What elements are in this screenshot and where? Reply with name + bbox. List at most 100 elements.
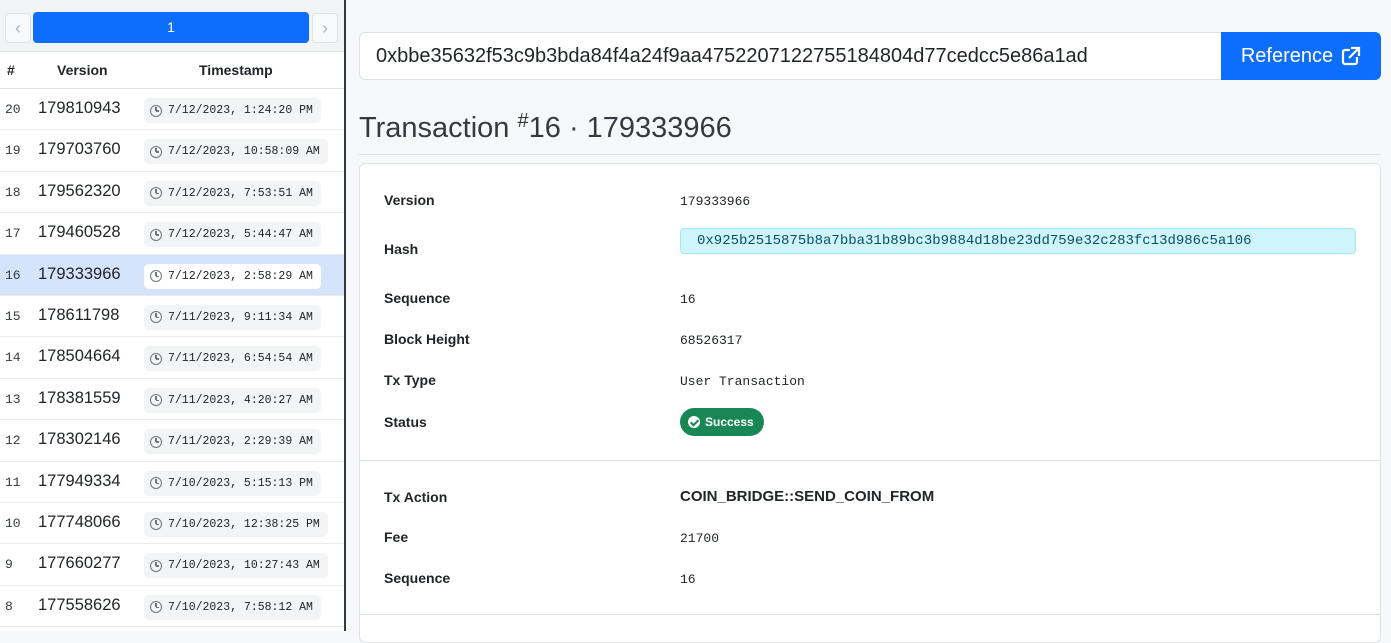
row-timestamp: 7/12/2023, 10:58:09 AM: [144, 139, 328, 165]
row-number: 14: [5, 350, 21, 366]
tx-type-label: Tx Type: [384, 372, 436, 388]
title-divider: [359, 154, 1381, 155]
clock-icon: [150, 352, 162, 365]
sequence-value: 16: [680, 292, 696, 307]
clock-icon: [150, 311, 162, 324]
table-row[interactable]: 12 178302146 7/11/2023, 2:29:39 AM: [0, 420, 344, 462]
column-header-timestamp: Timestamp: [199, 62, 273, 78]
hash-label: Hash: [384, 241, 419, 257]
fee-label: Fee: [384, 529, 409, 545]
transaction-details-card: Version 179333966 Hash 0x925b2515875b8a7…: [359, 163, 1381, 643]
table-row[interactable]: 13 178381559 7/11/2023, 4:20:27 AM: [0, 378, 344, 421]
row-number: 15: [5, 308, 21, 324]
row-timestamp-text: 7/10/2023, 10:27:43 AM: [168, 559, 320, 573]
external-link-icon: [1342, 46, 1361, 66]
row-number: 12: [5, 433, 21, 449]
sequence-label: Sequence: [384, 290, 451, 306]
row-number: 8: [5, 598, 13, 614]
row-timestamp-text: 7/12/2023, 2:58:29 AM: [168, 269, 313, 283]
row-timestamp: 7/12/2023, 7:53:51 AM: [144, 180, 321, 206]
row-number: 13: [5, 391, 21, 407]
table-row[interactable]: 14 178504664 7/11/2023, 6:54:54 AM: [0, 337, 344, 379]
column-header-version: Version: [57, 62, 108, 78]
row-timestamp: 7/10/2023, 10:27:43 AM: [144, 553, 328, 579]
row-number: 16: [5, 267, 21, 283]
row-timestamp: 7/10/2023, 5:15:13 PM: [144, 470, 321, 496]
title-rest: 16 · 179333966: [528, 112, 732, 144]
row-version: 179333966: [38, 264, 121, 283]
hash-value[interactable]: 0x925b2515875b8a7bba31b89bc3b9884d18be23…: [680, 228, 1356, 254]
table-row[interactable]: 18 179562320 7/12/2023, 7:53:51 AM: [0, 171, 344, 214]
transaction-detail-panel: Reference Transaction #16 · 179333966 Ve…: [346, 0, 1391, 643]
transaction-list-panel: ‹ 1 › # Version Timestamp 20 179810943 7/1…: [0, 0, 346, 631]
row-timestamp-text: 7/11/2023, 9:11:34 AM: [168, 310, 313, 324]
column-header-number: #: [7, 62, 15, 78]
row-version: 177660277: [38, 554, 121, 573]
next-page-button[interactable]: ›: [312, 13, 338, 43]
row-number: 17: [5, 226, 21, 242]
row-number: 19: [5, 143, 21, 159]
reference-button[interactable]: Reference: [1221, 32, 1381, 80]
row-version: 179562320: [38, 181, 121, 200]
row-version: 177748066: [38, 512, 121, 531]
row-timestamp-text: 7/10/2023, 7:58:12 AM: [168, 600, 313, 614]
version-value: 179333966: [680, 194, 751, 209]
search-bar: [359, 32, 1221, 80]
row-timestamp-text: 7/11/2023, 4:20:27 AM: [168, 393, 313, 407]
table-row[interactable]: 9 177660277 7/10/2023, 10:27:43 AM: [0, 544, 344, 586]
table-row[interactable]: 10 177748066 7/10/2023, 12:38:25 PM: [0, 502, 344, 545]
reference-button-label: Reference: [1240, 44, 1334, 67]
row-version: 178611798: [38, 305, 120, 324]
row-number: 11: [5, 474, 21, 490]
clock-icon: [150, 187, 162, 200]
block-height-value: 68526317: [680, 333, 743, 348]
current-page-button[interactable]: 1: [33, 12, 309, 43]
row-timestamp: 7/10/2023, 12:38:25 PM: [144, 511, 328, 537]
row-timestamp-text: 7/12/2023, 7:53:51 AM: [168, 186, 313, 200]
table-row[interactable]: 19 179703760 7/12/2023, 10:58:09 AM: [0, 130, 344, 172]
tx-action-value: COIN_BRIDGE::SEND_COIN_FROM: [680, 488, 935, 505]
table-row[interactable]: 8 177558626 7/10/2023, 7:58:12 AM: [0, 585, 344, 628]
table-row[interactable]: 20 179810943 7/12/2023, 1:24:20 PM: [0, 89, 344, 131]
row-timestamp: 7/11/2023, 2:29:39 AM: [144, 429, 321, 455]
row-number: 10: [5, 515, 21, 531]
transaction-hash-input[interactable]: [360, 33, 1221, 79]
row-version: 178302146: [38, 430, 121, 449]
clock-icon: [150, 104, 162, 117]
table-row[interactable]: 15 178611798 7/11/2023, 9:11:34 AM: [0, 295, 344, 338]
row-version: 178504664: [38, 347, 121, 366]
title-prefix: Transaction: [359, 112, 518, 144]
table-row[interactable]: 11 177949334 7/10/2023, 5:15:13 PM: [0, 461, 344, 503]
previous-page-button[interactable]: ‹: [5, 13, 31, 43]
row-timestamp: 7/12/2023, 2:58:29 AM: [144, 263, 321, 289]
clock-icon: [150, 228, 162, 241]
table-row[interactable]: 16 179333966 7/12/2023, 2:58:29 AM: [0, 254, 344, 296]
row-version: 177558626: [38, 595, 121, 614]
table-row[interactable]: 17 179460528 7/12/2023, 5:44:47 AM: [0, 213, 344, 255]
row-number: 20: [5, 102, 21, 117]
sequence-value-2: 16: [680, 572, 696, 587]
tx-type-value: User Transaction: [680, 374, 805, 389]
row-timestamp-text: 7/10/2023, 12:38:25 PM: [168, 517, 320, 531]
row-timestamp: 7/12/2023, 1:24:20 PM: [144, 98, 321, 123]
row-timestamp: 7/11/2023, 4:20:27 AM: [144, 387, 321, 413]
status-value: Success: [705, 415, 754, 429]
row-version: 179703760: [38, 140, 121, 159]
transaction-rows: 20 179810943 7/12/2023, 1:24:20 PM 19 179703…: [0, 89, 344, 628]
clock-icon: [150, 559, 162, 572]
page-title: Transaction #16 · 179333966: [359, 110, 732, 145]
sequence-label-2: Sequence: [384, 570, 451, 586]
row-timestamp-text: 7/12/2023, 1:24:20 PM: [168, 104, 313, 117]
row-timestamp: 7/11/2023, 6:54:54 AM: [144, 346, 321, 372]
clock-icon: [150, 394, 162, 407]
clock-icon: [150, 145, 162, 158]
block-height-label: Block Height: [384, 331, 470, 347]
row-timestamp-text: 7/11/2023, 6:54:54 AM: [168, 352, 313, 366]
section-divider: [360, 614, 1380, 615]
check-circle-icon: [688, 416, 700, 428]
title-hash-sign: #: [517, 110, 529, 132]
row-timestamp: 7/12/2023, 5:44:47 AM: [144, 222, 321, 248]
status-label: Status: [384, 414, 427, 430]
clock-icon: [150, 435, 162, 448]
fee-value: 21700: [680, 531, 720, 546]
